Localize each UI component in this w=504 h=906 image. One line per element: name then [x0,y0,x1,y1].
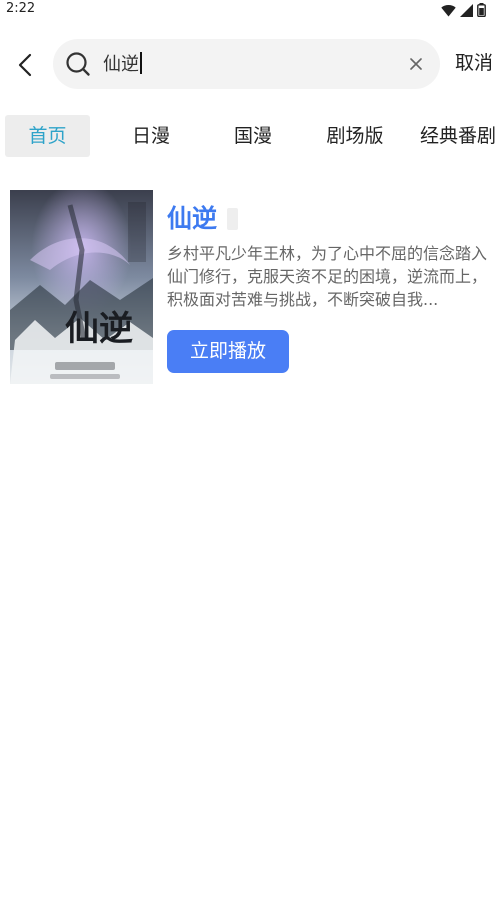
status-icons [441,3,486,17]
back-arrow-icon [18,53,32,77]
tab-home[interactable]: 首页 [5,115,90,157]
play-now-button[interactable]: 立即播放 [167,330,289,373]
search-box[interactable]: 仙逆 [53,39,440,89]
battery-icon [477,3,486,17]
poster-title-art: 仙逆 [65,309,133,349]
search-input[interactable]: 仙逆 [103,52,393,76]
back-button[interactable] [8,48,42,82]
search-result-item[interactable]: 仙逆 仙逆 乡村平凡少年王林，为了心中不屈的信念踏入仙门修行，克服天资不足的困境… [10,190,494,385]
signal-icon [460,3,473,17]
category-tabs: 首页 日漫 国漫 剧场版 经典番剧 [0,114,504,160]
result-title[interactable]: 仙逆 [167,202,217,236]
result-description: 乡村平凡少年王林，为了心中不屈的信念踏入仙门修行，克服天资不足的困境，逆流而上，… [167,244,488,309]
status-bar: 2:22 [0,0,504,22]
poster-image[interactable]: 仙逆 [10,190,153,384]
text-cursor [140,52,142,74]
tab-chinese-anime[interactable]: 国漫 [212,115,294,157]
clear-search-button[interactable] [404,52,428,76]
search-query-text: 仙逆 [103,54,139,75]
wifi-icon [441,4,456,16]
clear-icon [410,58,422,70]
tab-japanese-anime[interactable]: 日漫 [110,115,192,157]
tab-movie[interactable]: 剧场版 [312,115,398,157]
title-tag-badge [227,208,239,230]
poster-artwork: 仙逆 [10,190,153,384]
tab-classic-series[interactable]: 经典番剧 [414,115,502,157]
search-bar-row: 仙逆 取消 [0,38,504,90]
result-title-row: 仙逆 [167,202,239,236]
status-time: 2:22 [6,1,36,16]
cancel-button[interactable]: 取消 [455,50,493,76]
search-icon [66,52,90,76]
